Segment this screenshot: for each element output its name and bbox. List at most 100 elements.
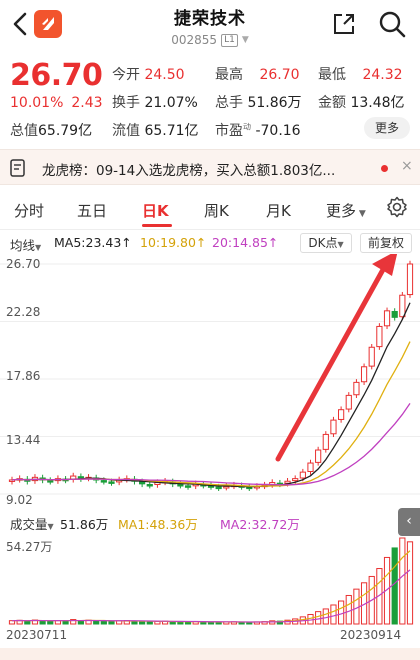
volume-bar xyxy=(39,620,46,625)
candle-body xyxy=(177,484,184,487)
tab-five-day[interactable]: 五日 xyxy=(77,200,107,221)
candlestick-chart[interactable] xyxy=(0,254,420,510)
stock-name: 捷荣技术 xyxy=(174,9,246,29)
amount-stat: 金额 13.48亿 xyxy=(318,95,405,111)
annotation-arrow-head xyxy=(372,254,398,276)
volume-bar xyxy=(353,588,360,625)
candle-body xyxy=(368,346,375,367)
volume-chart[interactable] xyxy=(0,532,420,628)
close-notice-button[interactable]: × xyxy=(401,158,413,174)
candle-body xyxy=(139,481,146,485)
unread-dot xyxy=(381,165,388,172)
candle-body xyxy=(345,394,352,410)
candle-body xyxy=(299,471,306,479)
candle-body xyxy=(292,478,299,482)
candle-body xyxy=(406,263,414,296)
low-stat: 最低 24.32 xyxy=(318,67,403,83)
volume-bar xyxy=(108,620,115,625)
volume-bar xyxy=(406,541,414,625)
volume-bar xyxy=(139,621,146,625)
candle-body xyxy=(223,485,230,489)
x-start-date: 20230711 xyxy=(6,628,68,642)
candle-body xyxy=(315,449,322,463)
volume-bar xyxy=(315,611,322,625)
volume-bar xyxy=(391,547,398,625)
gear-icon[interactable] xyxy=(386,196,408,218)
volume-bar xyxy=(77,620,84,625)
candle-body xyxy=(100,480,107,483)
level-badge: L1 xyxy=(221,33,238,47)
tab-monthly-k[interactable]: 月K xyxy=(266,200,291,221)
volume-bar xyxy=(338,600,345,625)
caret-down-icon: ▼ xyxy=(35,243,42,252)
tab-daily-k[interactable]: 日K xyxy=(142,200,169,221)
ma10-value: 10:19.80↑ xyxy=(140,235,207,250)
turnover-stat: 换手 21.07% xyxy=(112,95,198,111)
volume-total: 51.86万 xyxy=(60,517,109,532)
volume-bar xyxy=(62,620,69,625)
candle-body xyxy=(338,409,345,420)
caret-down-icon: ▼ xyxy=(356,209,366,219)
volume-bar xyxy=(330,604,337,625)
volume-bar xyxy=(100,620,107,625)
volume-bar xyxy=(345,594,352,625)
candle-body xyxy=(353,381,360,396)
period-tabs: 分时 五日 日K 周K 月K 更多 ▼ xyxy=(0,190,420,230)
market-cap-stat: 总值65.79亿 xyxy=(10,123,93,139)
volume-bar xyxy=(184,621,192,625)
y-tick-label: 13.44 xyxy=(6,433,41,447)
stock-code-row[interactable]: 002855 L1 ▼ xyxy=(0,33,420,47)
change-percent: 10.01% xyxy=(10,95,64,111)
volume-bar xyxy=(399,537,406,625)
adjustment-button[interactable]: 前复权 xyxy=(360,233,412,253)
volume-bar xyxy=(146,621,153,625)
search-icon[interactable] xyxy=(378,10,406,38)
candle-body xyxy=(330,419,337,435)
float-cap-stat: 流值 65.71亿 xyxy=(112,123,199,139)
x-end-date: 20230914 xyxy=(340,628,402,642)
candle-body xyxy=(322,433,329,450)
volume-bar xyxy=(47,620,54,625)
caret-down-icon: ▼ xyxy=(47,522,54,531)
candle-body xyxy=(47,480,54,483)
candle-body xyxy=(360,366,368,383)
ma10-line xyxy=(11,341,411,487)
candle-body xyxy=(376,325,383,348)
stock-title: 捷荣技术 002855 L1 ▼ xyxy=(0,4,420,47)
share-icon[interactable] xyxy=(332,12,356,36)
document-icon xyxy=(10,159,25,177)
candle-body xyxy=(383,310,391,327)
open-stat: 今开 24.50 xyxy=(112,67,185,83)
volume-ma2: MA2:32.72万 xyxy=(220,517,300,532)
tab-weekly-k[interactable]: 周K xyxy=(204,200,229,221)
more-stats-button[interactable]: 更多 xyxy=(364,117,410,139)
volume-bar xyxy=(93,620,100,625)
volume-max-label: 54.27万 xyxy=(6,540,53,554)
y-tick-label: 22.28 xyxy=(6,305,41,319)
volume-stat: 总手 51.86万 xyxy=(215,95,302,111)
dk-point-button[interactable]: DK点▼ xyxy=(300,233,352,253)
ma5-value: MA5:23.43↑ xyxy=(54,235,132,250)
active-tab-indicator xyxy=(142,224,172,227)
volume-bar xyxy=(24,620,31,625)
tab-intraday[interactable]: 分时 xyxy=(14,200,44,221)
volume-selector[interactable]: 成交量▼ xyxy=(10,514,54,533)
change-amount: 2.43 xyxy=(71,95,103,111)
volume-indicator-row: 成交量▼ 51.86万 MA1:48.36万 MA2:32.72万 xyxy=(0,512,420,532)
current-price: 26.70 xyxy=(10,58,103,93)
ma-selector[interactable]: 均线▼ xyxy=(10,235,41,254)
y-tick-label: 9.02 xyxy=(6,493,33,507)
candle-body xyxy=(391,310,398,318)
bottom-banner xyxy=(0,648,420,660)
candle-body xyxy=(184,485,192,488)
price-change: 10.01% 2.43 xyxy=(10,95,111,111)
stock-code: 002855 xyxy=(171,33,218,47)
ma20-value: 20:14.85↑ xyxy=(212,235,279,250)
dragon-tiger-notice[interactable]: 龙虎榜：09-14入选龙虎榜，买入总额1.803亿... × xyxy=(0,149,420,185)
ma-indicator-row: 均线▼ MA5:23.43↑ 10:19.80↑ 20:14.85↑ xyxy=(0,232,420,254)
ma20-line xyxy=(11,402,411,486)
candle-body xyxy=(215,486,222,490)
tab-more[interactable]: 更多 ▼ xyxy=(326,200,366,221)
pe-stat: 市盈动 -70.16 xyxy=(215,122,301,139)
top-bar: 捷荣技术 002855 L1 ▼ xyxy=(0,0,420,52)
